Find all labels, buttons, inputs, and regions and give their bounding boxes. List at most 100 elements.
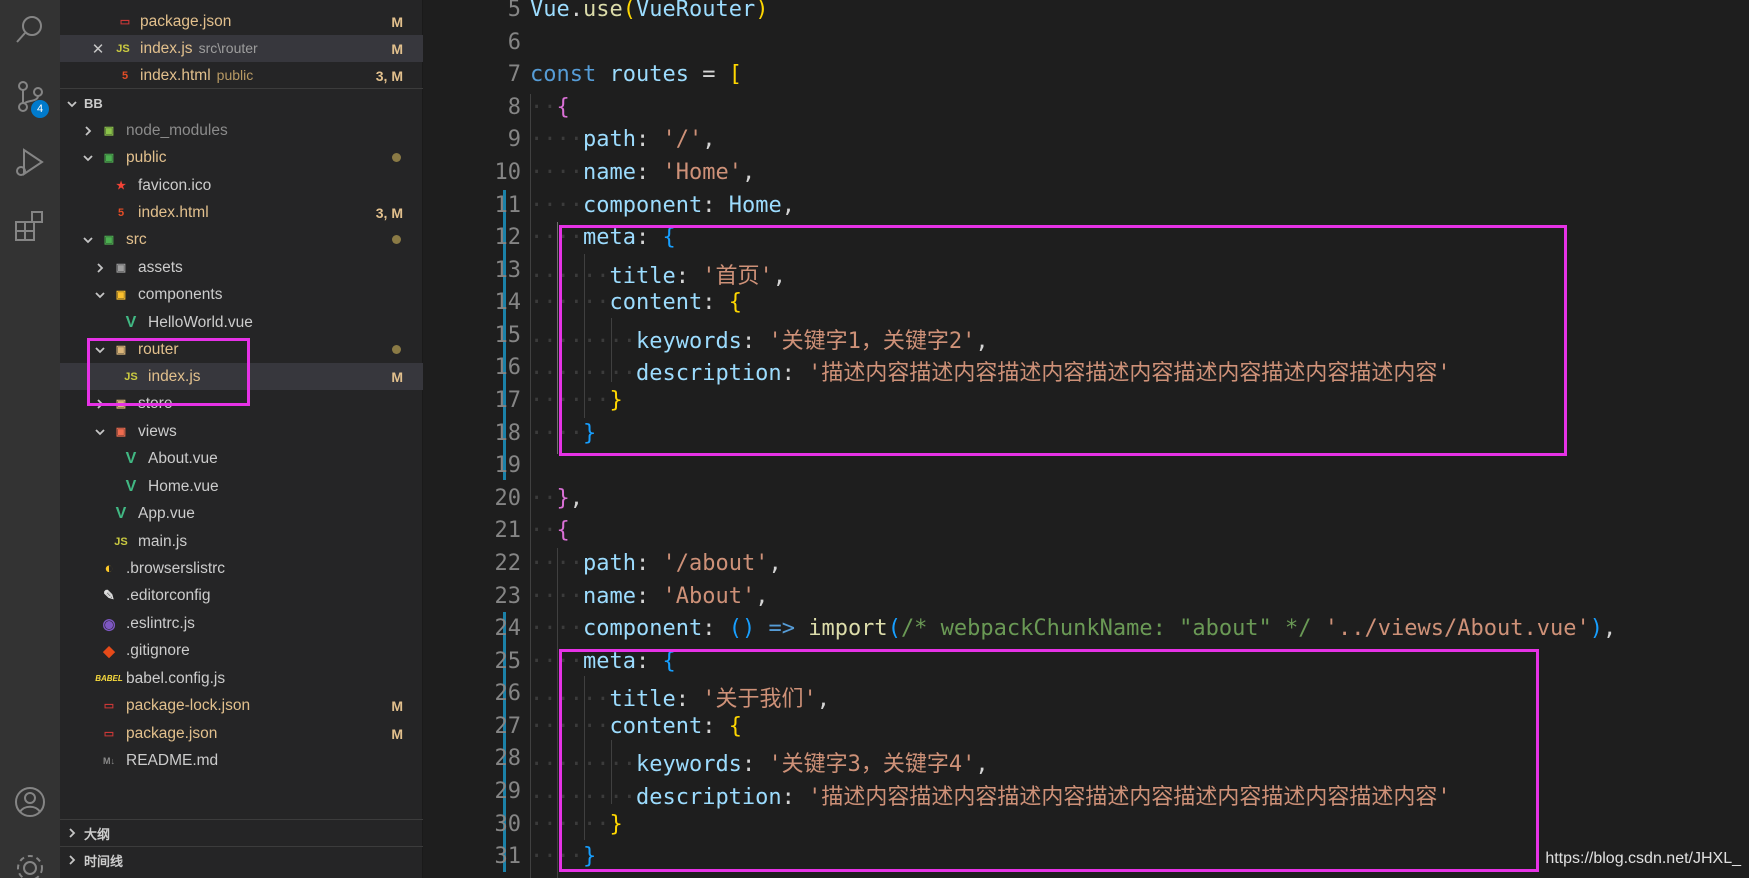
tree-item-package-lock[interactable]: ▭ package-lock.json M [60, 692, 423, 719]
line-number: 26 [494, 681, 522, 706]
code-comment: /* webpackChunkName: "about" */ [900, 616, 1312, 641]
code-line: const routes = [ [530, 62, 742, 87]
tree-item-label: .gitignore [126, 641, 190, 659]
code-token: '../views/About.vue' [1324, 616, 1590, 641]
timeline-panel-header[interactable]: 时间线 [60, 846, 423, 873]
line-number: 7 [507, 62, 521, 87]
line-number: 8 [507, 95, 521, 120]
tree-item-package-json[interactable]: ▭ package.json M [60, 720, 423, 747]
tree-item-eslintrc[interactable]: ◉ .eslintrc.js [60, 610, 423, 637]
tree-item-label: babel.config.js [126, 669, 226, 687]
chevron-right-icon [82, 125, 94, 137]
tree-item-helloworld[interactable]: V HelloWorld.vue [60, 309, 423, 336]
views-folder-icon: ▣ [115, 426, 127, 438]
line-number: 10 [494, 160, 522, 185]
node-folder-icon: ▣ [103, 125, 115, 137]
line-number: 11 [494, 193, 522, 218]
project-folder-header[interactable]: BB [60, 90, 423, 117]
tree-item-app-vue[interactable]: V App.vue [60, 500, 423, 527]
tree-item-src[interactable]: ▣ src [60, 226, 423, 253]
js-icon: JS [116, 42, 130, 55]
line-number: 20 [494, 486, 522, 511]
chevron-right-icon [94, 262, 106, 274]
extensions-icon[interactable] [0, 196, 60, 256]
tree-item-babel-config[interactable]: BABEL babel.config.js [60, 665, 423, 692]
close-icon[interactable]: ✕ [92, 41, 105, 58]
git-status: M [391, 697, 403, 714]
tree-item-label: main.js [138, 532, 188, 550]
tree-item-about-vue[interactable]: V About.vue [60, 445, 423, 472]
open-editor-package-json[interactable]: ▭ package.json M [60, 8, 423, 35]
modified-dot [392, 235, 401, 244]
tree-item-main-js[interactable]: JS main.js [60, 528, 423, 555]
open-editor-label: package.json [140, 12, 232, 30]
tree-item-editorconfig[interactable]: ✎ .editorconfig [60, 582, 423, 609]
line-number: 18 [494, 421, 522, 446]
components-folder-icon: ▣ [115, 289, 127, 301]
chevron-down-icon [94, 426, 106, 438]
open-editor-index-html[interactable]: 5 index.html public 3, M [60, 62, 423, 89]
meta-highlight-box [559, 649, 1539, 872]
run-debug-icon[interactable] [0, 132, 60, 192]
source-control-icon[interactable]: 4 [0, 66, 60, 126]
tree-item-label: components [138, 285, 223, 303]
tree-item-label: package-lock.json [126, 696, 251, 714]
open-editor-label: index.js [140, 39, 193, 57]
tree-item-readme[interactable]: M↓ README.md [60, 747, 423, 774]
tree-item-components[interactable]: ▣ components [60, 281, 423, 308]
code-token: 'About' [662, 584, 756, 609]
tree-item-label: .browserslistrc [126, 559, 226, 577]
code-editor[interactable]: 5 6 7 8 9 10 11 12 13 14 15 16 17 18 19 … [423, 0, 1749, 878]
line-number: 13 [494, 258, 522, 283]
chevron-right-icon [66, 827, 78, 839]
watermark-text: https://blog.csdn.net/JHXL_ [1545, 850, 1741, 867]
tree-item-node-modules[interactable]: ▣ node_modules [60, 117, 423, 144]
tree-item-label: src [126, 230, 147, 248]
divider [60, 88, 423, 89]
tree-item-browserslistrc[interactable]: ◐ .browserslistrc [60, 555, 423, 582]
code-line: ····name: 'Home', [530, 160, 756, 185]
open-editor-path: public [216, 66, 254, 83]
settings-gear-icon[interactable] [0, 838, 60, 878]
code-token: '/' [662, 127, 703, 152]
line-number: 19 [494, 453, 522, 478]
line-number: 6 [507, 30, 521, 55]
line-number: 24 [494, 616, 522, 641]
tree-item-gitignore[interactable]: ◆ .gitignore [60, 637, 423, 664]
account-icon[interactable] [0, 772, 60, 832]
tree-item-label: public [126, 148, 167, 166]
tree-item-assets[interactable]: ▣ assets [60, 254, 423, 281]
tree-item-home-vue[interactable]: V Home.vue [60, 473, 423, 500]
vue-icon: V [125, 313, 137, 331]
modified-dot [392, 153, 401, 162]
code-line: ··{ [530, 518, 570, 543]
git-status: M [391, 725, 403, 742]
open-editor-index-js[interactable]: ✕ JS index.js src\router M [60, 35, 423, 62]
search-icon[interactable] [0, 0, 60, 60]
code-token: VueRouter [636, 0, 756, 22]
code-line: Vue.use(VueRouter) [530, 0, 768, 22]
html5-icon: 5 [117, 206, 125, 219]
tree-item-label: package.json [126, 724, 218, 742]
tree-item-label: App.vue [138, 504, 195, 522]
outline-label: 大纲 [84, 826, 111, 842]
tree-item-public[interactable]: ▣ public [60, 144, 423, 171]
js-icon: JS [114, 535, 128, 548]
tree-item-label: node_modules [126, 121, 228, 139]
activity-bar: 4 [0, 0, 60, 878]
tree-item-label: HelloWorld.vue [148, 313, 253, 331]
chevron-right-icon [66, 854, 78, 866]
line-number: 12 [494, 225, 522, 250]
outline-panel-header[interactable]: 大纲 [60, 819, 423, 846]
tree-item-views[interactable]: ▣ views [60, 418, 423, 445]
git-status: M [391, 368, 403, 385]
tree-item-favicon[interactable]: ★ favicon.ico [60, 172, 423, 199]
tree-item-index-html[interactable]: 5 index.html 3, M [60, 199, 423, 226]
markdown-icon: M↓ [103, 755, 115, 766]
line-number: 14 [494, 290, 522, 315]
tree-item-label: index.html [138, 203, 209, 221]
git-status: M [391, 13, 403, 30]
src-folder-icon: ▣ [103, 234, 115, 246]
vue-icon: V [115, 504, 127, 522]
babel-icon: BABEL [95, 674, 123, 683]
